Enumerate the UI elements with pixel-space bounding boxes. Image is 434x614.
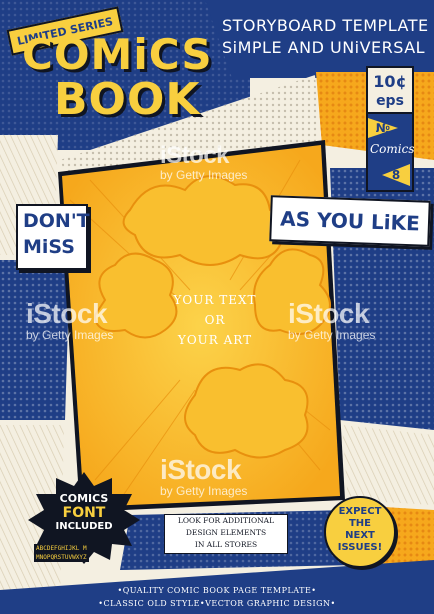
expect-next-issues-badge: EXPECT THE NEXT ISSUES!: [324, 496, 396, 568]
font-badge-comics: COMICS: [59, 492, 109, 505]
watermark-bottom: iStock by Getty Images: [160, 454, 247, 498]
watermark-brand: iStock: [26, 298, 108, 329]
miss-text: MiSS: [23, 236, 75, 258]
watermark-sub: by Getty Images: [160, 484, 248, 498]
watermark-brand: iStock: [160, 142, 230, 169]
center-text-line-1: YOUR TEXT: [173, 293, 257, 307]
watermark-sub: by Getty Images: [288, 328, 376, 342]
info-line-2: DESIGN ELEMENTS: [185, 528, 267, 537]
info-line-3: IN ALL STORES: [194, 540, 258, 549]
watermark-sub: by Getty Images: [26, 328, 114, 342]
dont-text: DON'T: [23, 210, 90, 232]
issue-brand: Comics: [370, 142, 415, 156]
watermark-right: iStock by Getty Images: [288, 298, 375, 342]
info-box: LOOK FOR ADDITIONAL DESIGN ELEMENTS IN A…: [164, 514, 288, 554]
price-unit: eps: [376, 93, 404, 109]
issue-number-label: №: [368, 118, 398, 138]
center-panel-text: YOUR TEXT OR YOUR ART: [150, 290, 280, 350]
title-line-1: COMiCS: [22, 30, 213, 79]
comic-cover: LIMITED SERIES COMiCS BOOK STORYBOARD TE…: [0, 0, 434, 614]
expect-line-1: EXPECT: [338, 506, 382, 517]
watermark-left: iStock by Getty Images: [26, 298, 113, 342]
as-you-like-callout: AS YOU LiKE: [269, 195, 431, 247]
watermark-top: iStock by Getty Images: [160, 142, 247, 182]
watermark-sub: by Getty Images: [160, 168, 248, 182]
price-amount: 10¢: [373, 71, 407, 91]
expect-line-3: NEXT: [345, 530, 375, 541]
alphabet-line-2: MNOPQRSTUVWXYZ: [34, 553, 89, 562]
center-text-line-2: OR: [204, 313, 226, 327]
font-badge: COMICS FONT INCLUDED: [40, 492, 128, 532]
dont-miss-callout: DON'T MiSS: [16, 204, 90, 270]
alphabet-line-1: ABCDEFGHIJKL M: [34, 544, 89, 553]
header-line-1: STORYBOARD TEMPLATE: [222, 16, 429, 35]
footer-line-1: •QUALITY COMIC BOOK PAGE TEMPLATE•: [117, 586, 317, 595]
header-line-2: SiMPLE AND UNiVERSAL: [222, 38, 426, 57]
font-badge-font: FONT: [62, 505, 106, 521]
expect-line-4: ISSUES!: [337, 542, 383, 553]
title-line-2: BOOK: [54, 74, 201, 125]
price-box: 10¢ eps: [366, 66, 414, 114]
watermark-brand: iStock: [160, 454, 242, 485]
issue-number: 8: [382, 164, 410, 186]
info-line-1: LOOK FOR ADDITIONAL: [177, 516, 275, 525]
footer-line-2: •CLASSIC OLD STYLE•VECTOR GRAPHIC DESIGN…: [98, 599, 336, 608]
expect-line-2: THE: [348, 518, 372, 529]
font-badge-included: INCLUDED: [55, 521, 113, 532]
watermark-brand: iStock: [288, 298, 370, 329]
issue-strip: № Comics 8: [366, 112, 415, 192]
center-text-line-3: YOUR ART: [177, 333, 253, 347]
